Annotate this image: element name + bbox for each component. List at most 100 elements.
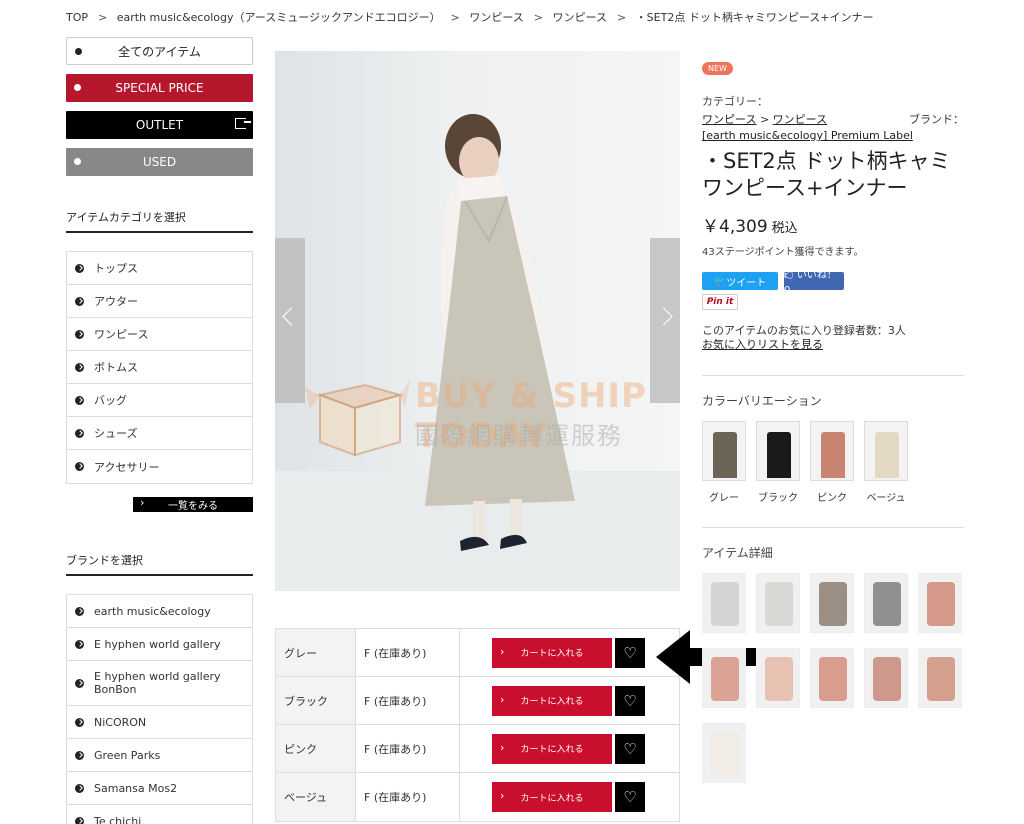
like-label: 🖒 いいね！ 0 [784, 270, 837, 296]
color-swatches: グレー ブラック ピンク ベージュ [702, 421, 964, 504]
cart-label: カートに入れる [520, 697, 584, 707]
brand-item[interactable]: E hyphen world gallery BonBon [67, 661, 252, 706]
category-label: アウター [94, 295, 138, 308]
table-row: ブラック F (在庫あり) カートに入れる ♡ [276, 677, 679, 725]
swatch-gray[interactable]: グレー [702, 421, 746, 504]
swatch-pink[interactable]: ピンク [810, 421, 854, 504]
category-item-bottoms[interactable]: ボトムス [67, 351, 252, 384]
swatch-black[interactable]: ブラック [756, 421, 800, 504]
category-item-shoes[interactable]: シューズ [67, 417, 252, 450]
add-to-cart-button[interactable]: カートに入れる [492, 733, 612, 764]
swatch-label: ブラック [758, 493, 798, 504]
brand-item[interactable]: Green Parks [67, 739, 252, 772]
variant-table: グレー F (在庫あり) カートに入れる ♡ ブラック F (在庫あり) カートに… [275, 628, 680, 822]
add-to-cart-button[interactable]: カートに入れる [492, 782, 612, 812]
category-label: シューズ [94, 427, 138, 440]
favorite-button[interactable]: ♡ [615, 733, 645, 764]
chevron-circle-icon [75, 362, 84, 372]
brand-item[interactable]: E hyphen world gallery [67, 628, 252, 661]
brand-item[interactable]: NiCORON [67, 706, 252, 739]
category-link[interactable]: ワンピース [702, 113, 756, 126]
detail-thumb[interactable] [864, 573, 908, 633]
social-buttons: 🐦 ツイート 🖒 いいね！ 0 [702, 270, 964, 296]
table-row: ピンク F (在庫あり) カートに入れる ♡ [276, 725, 679, 773]
category-item-outer[interactable]: アウター [67, 285, 252, 318]
category-item-bags[interactable]: バッグ [67, 384, 252, 417]
cart-label: カートに入れる [520, 745, 584, 755]
brand-label: ブランド： [909, 113, 964, 126]
detail-thumb[interactable] [756, 648, 800, 708]
chevron-circle-icon [75, 750, 84, 760]
category-item-tops[interactable]: トップス [67, 252, 252, 285]
detail-thumb[interactable] [756, 573, 800, 633]
brand-item[interactable]: Samansa Mos2 [67, 772, 252, 805]
brand-label: E hyphen world gallery [94, 637, 221, 651]
swatch-image [810, 421, 854, 481]
category-label: カテゴリー： [702, 95, 768, 108]
view-all-button[interactable]: 一覧をみる [133, 496, 253, 512]
detail-thumb[interactable] [918, 648, 962, 708]
brand-item[interactable]: Te chichi [67, 805, 252, 824]
favorite-list-link[interactable]: お気に入りリストを見る [702, 338, 964, 352]
category-label: アクセサリー [94, 460, 160, 474]
favorite-button[interactable]: ♡ [615, 782, 645, 812]
cart-label: カートに入れる [520, 649, 584, 659]
used-button[interactable]: USED [66, 148, 253, 176]
heart-icon: ♡ [623, 643, 637, 662]
used-label: USED [142, 155, 177, 169]
chevron-circle-icon [75, 783, 84, 793]
tweet-label: ツイート [726, 277, 767, 289]
outlet-button[interactable]: OUTLET [66, 111, 253, 139]
category-heading: アイテムカテゴリを選択 [66, 209, 253, 233]
variant-color: ブラック [276, 677, 356, 724]
carousel-prev-button[interactable] [275, 238, 305, 403]
color-variation-heading: カラーバリエーション [702, 394, 822, 408]
favorite-button[interactable]: ♡ [615, 637, 645, 668]
breadcrumb-subcategory[interactable]: ワンピース [553, 11, 607, 24]
category-label: トップス [94, 262, 138, 275]
bullet-icon [75, 48, 82, 55]
brand-label: NiCORON [94, 715, 147, 729]
product-price: ￥4,309 税込 [702, 212, 964, 237]
heart-icon: ♡ [623, 691, 637, 710]
detail-thumb[interactable] [702, 648, 746, 708]
swatch-image [756, 421, 800, 481]
breadcrumb-brand[interactable]: earth music&ecology（アースミュージックアンドエコロジー） [117, 11, 441, 24]
brand-label: E hyphen world gallery BonBon [94, 670, 221, 696]
add-to-cart-button[interactable]: カートに入れる [492, 637, 612, 668]
special-price-button[interactable]: SPECIAL PRICE [66, 74, 253, 102]
detail-thumb[interactable] [864, 648, 908, 708]
sidebar: 全てのアイテム SPECIAL PRICE OUTLET USED アイテムカテ… [66, 37, 253, 824]
all-items-label: 全てのアイテム [118, 44, 201, 59]
special-price-label: SPECIAL PRICE [115, 81, 204, 95]
variant-color: ベージュ [276, 773, 356, 821]
brand-link[interactable]: [earth music&ecology] Premium Label [702, 129, 913, 142]
category-item-onepiece[interactable]: ワンピース [67, 318, 252, 351]
carousel-next-button[interactable] [650, 238, 680, 403]
points-text: 43ステージポイント獲得できます。 [702, 247, 864, 258]
detail-thumb[interactable] [810, 573, 854, 633]
breadcrumb-category[interactable]: ワンピース [469, 11, 523, 24]
brand-item[interactable]: earth music&ecology [67, 595, 252, 628]
facebook-like-button[interactable]: 🖒 いいね！ 0 [784, 270, 844, 296]
brand-list: earth music&ecology E hyphen world galle… [66, 594, 253, 824]
add-to-cart-button[interactable]: カートに入れる [492, 685, 612, 716]
favorite-button[interactable]: ♡ [615, 685, 645, 716]
pinit-button[interactable]: Pin it [702, 294, 738, 310]
heart-icon: ♡ [623, 739, 637, 758]
brand-heading: ブランドを選択 [66, 552, 253, 576]
tweet-button[interactable]: 🐦 ツイート [702, 272, 778, 290]
subcategory-link[interactable]: ワンピース [773, 113, 827, 126]
category-list: トップス アウター ワンピース ボトムス バッグ シューズ アクセサリー [66, 251, 253, 484]
table-row: ベージュ F (在庫あり) カートに入れる ♡ [276, 773, 679, 821]
all-items-button[interactable]: 全てのアイテム [66, 37, 253, 65]
detail-thumb[interactable] [810, 648, 854, 708]
category-label: ボトムス [94, 361, 138, 374]
swatch-beige[interactable]: ベージュ [864, 421, 908, 504]
brand-label: earth music&ecology [94, 604, 211, 618]
detail-thumb[interactable] [702, 723, 746, 783]
detail-thumb[interactable] [918, 573, 962, 633]
breadcrumb-top[interactable]: TOP [66, 11, 88, 24]
detail-thumb[interactable] [702, 573, 746, 633]
category-item-accessories[interactable]: アクセサリー [67, 450, 252, 483]
